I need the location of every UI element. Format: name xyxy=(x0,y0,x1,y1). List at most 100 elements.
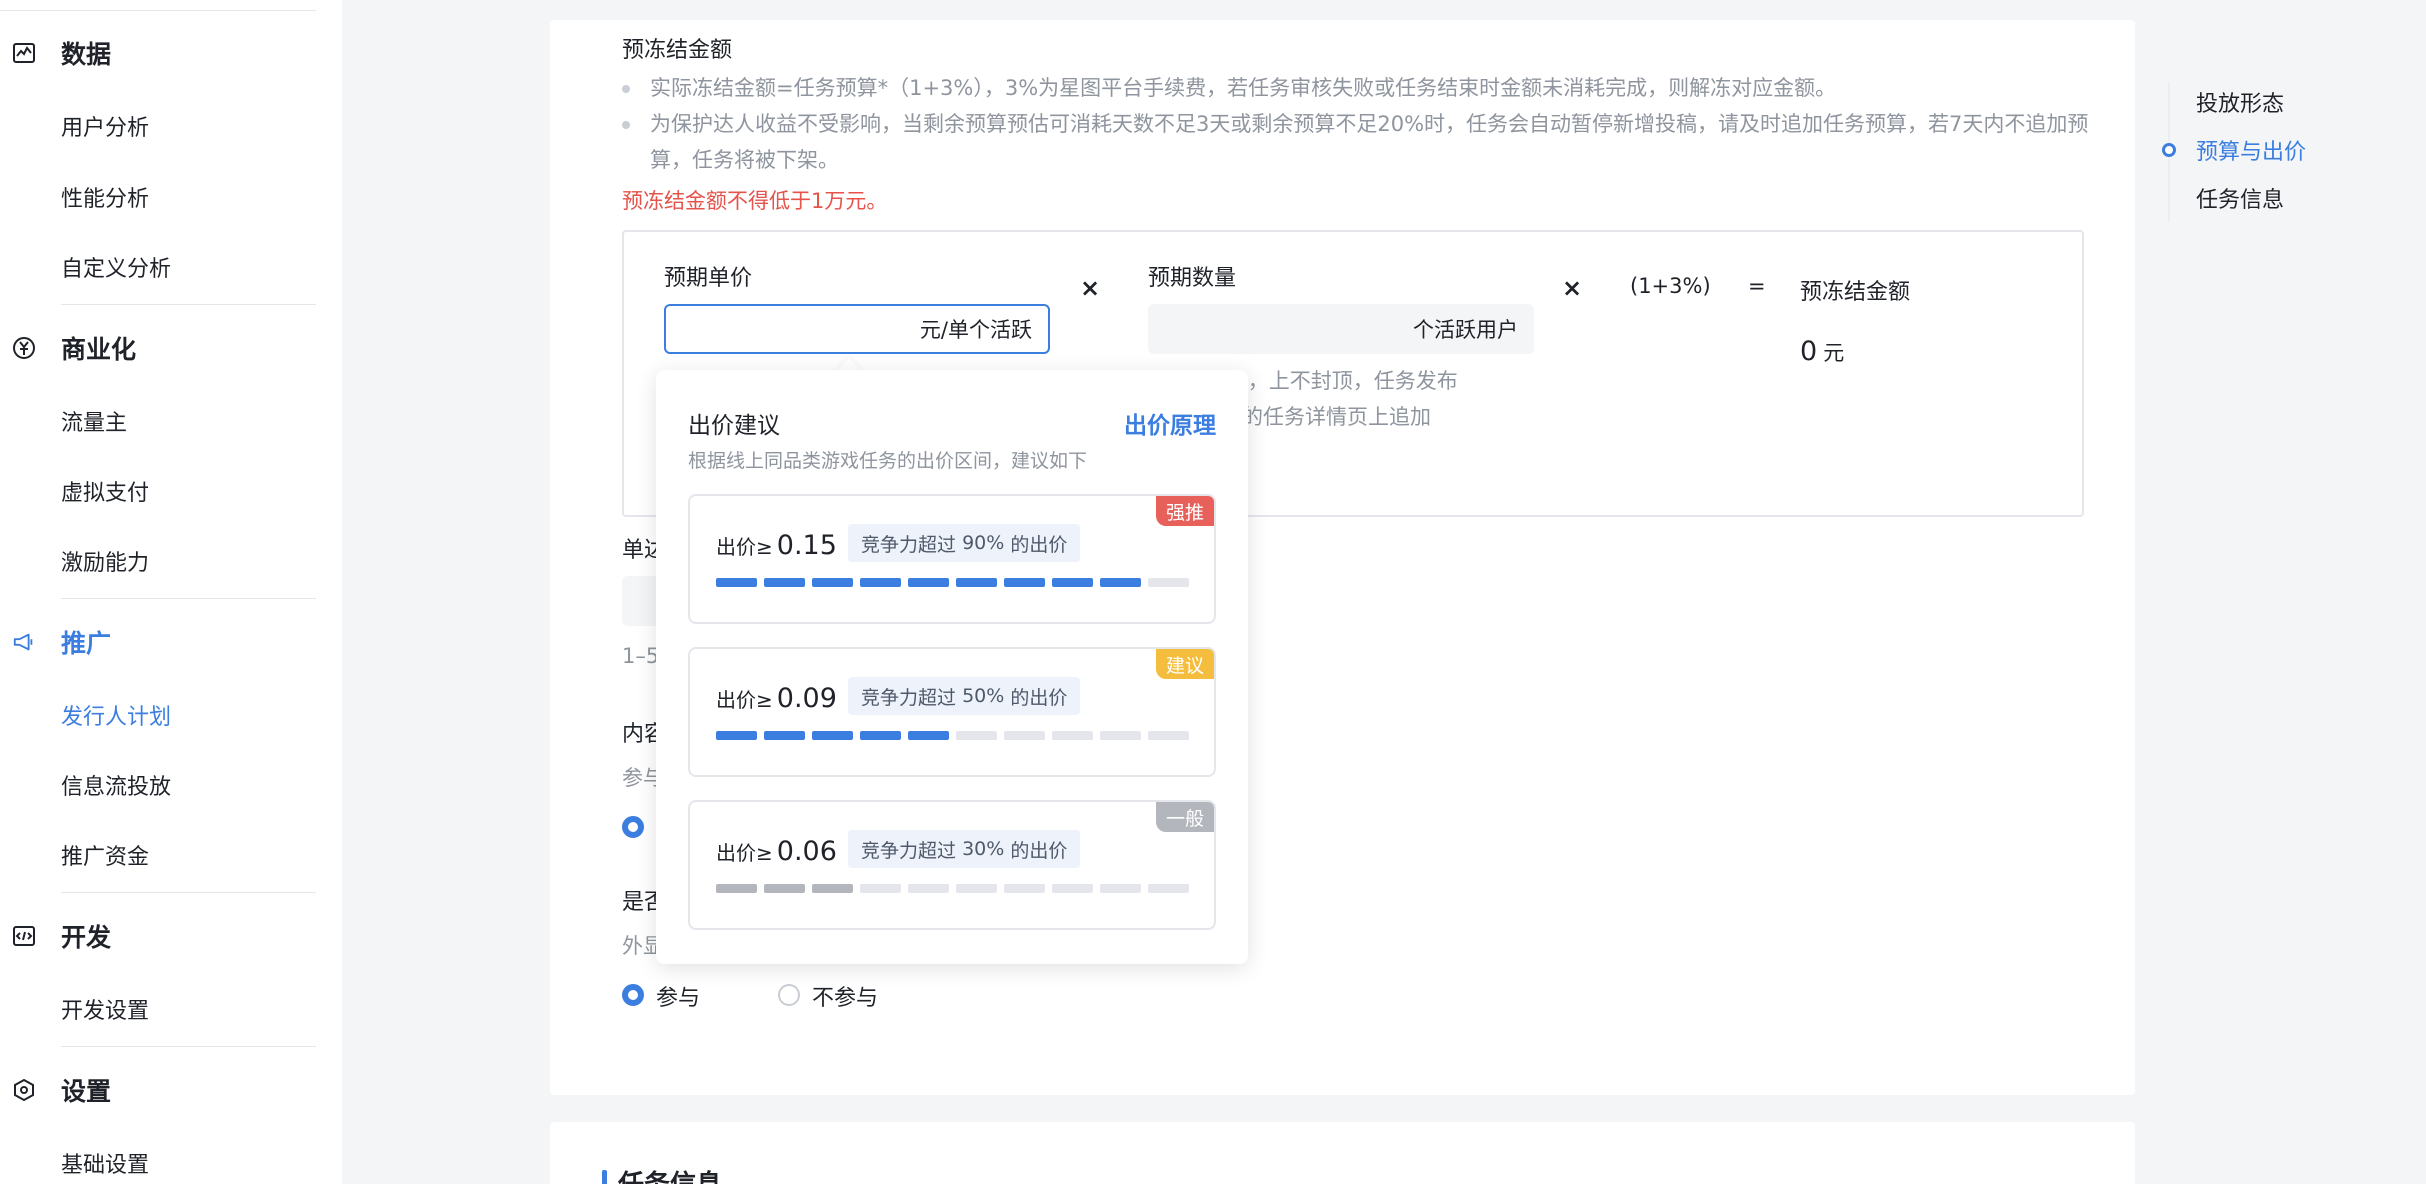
code-icon xyxy=(12,924,36,948)
bid-price-prefix: 出价≥ xyxy=(716,841,773,865)
bid-price: 出价≥ 0.15 xyxy=(716,530,837,561)
competitiveness-bar xyxy=(716,731,1189,740)
tag-suffix: 的出价 xyxy=(1010,533,1068,556)
progress-segment xyxy=(956,578,997,587)
sidebar-divider xyxy=(61,598,316,599)
popover-title: 出价建议 xyxy=(688,413,780,439)
sidebar-divider xyxy=(61,304,316,305)
bid-badge: 建议 xyxy=(1155,649,1214,679)
bid-price-value: 0.06 xyxy=(776,836,837,867)
join-radio-label[interactable]: 参与 xyxy=(656,980,700,1012)
progress-segment xyxy=(764,884,805,893)
sidebar-group-settings[interactable]: 设置 xyxy=(0,1067,342,1113)
info-bullet: 实际冻结金额=任务预算*（1+3%），3%为星图平台手续费，若任务审核失败或任务… xyxy=(622,70,2127,106)
anchor-item-task-info[interactable]: 任务信息 xyxy=(2196,182,2284,214)
quantity-suffix: 个活跃用户 xyxy=(1413,318,1518,342)
tag-suffix: 的出价 xyxy=(1010,839,1068,862)
sidebar-group-label: 设置 xyxy=(61,1077,112,1106)
equals-sign: = xyxy=(1748,274,1766,298)
progress-segment xyxy=(1052,731,1093,740)
progress-segment xyxy=(1004,731,1045,740)
bid-suggestion-popover: 出价建议 出价原理 根据线上同品类游戏任务的出价区间，建议如下 强推 出价≥ 0.… xyxy=(656,370,1248,964)
progress-segment xyxy=(860,731,901,740)
sidebar-group-label: 推广 xyxy=(61,629,112,658)
progress-segment xyxy=(908,884,949,893)
progress-segment xyxy=(1004,578,1045,587)
multiply-sign: × xyxy=(1562,274,1583,302)
progress-segment xyxy=(908,731,949,740)
progress-segment xyxy=(1100,731,1141,740)
bullet-text: 为保护达人收益不受影响，当剩余预算预估可消耗天数不足3天或剩余预算不足20%时，… xyxy=(650,112,2089,172)
result-value: 0元 xyxy=(1800,336,1844,367)
unit-price-label: 预期单价 xyxy=(664,266,753,291)
sidebar-item-custom-analysis[interactable]: 自定义分析 xyxy=(61,255,171,285)
sidebar-item-traffic-master[interactable]: 流量主 xyxy=(61,409,127,439)
bullet-dot xyxy=(622,85,630,93)
bid-price-prefix: 出价≥ xyxy=(716,688,773,712)
chart-icon xyxy=(12,41,36,65)
anchor-nav: 投放形态 预算与出价 任务信息 xyxy=(2162,72,2426,222)
bid-option-card[interactable]: 建议 出价≥ 0.09 竞争力超过 50% 的出价 xyxy=(688,647,1216,777)
section-title: 任务信息 xyxy=(618,1164,722,1184)
no-join-radio[interactable] xyxy=(778,984,800,1006)
bid-option-card[interactable]: 强推 出价≥ 0.15 竞争力超过 90% 的出价 xyxy=(688,494,1216,624)
progress-segment xyxy=(812,884,853,893)
join-radio[interactable] xyxy=(622,984,644,1006)
bullet-dot xyxy=(622,121,630,129)
anchor-item-placement[interactable]: 投放形态 xyxy=(2196,86,2284,118)
hexagon-settings-icon xyxy=(12,1078,36,1102)
sidebar-group-commercial[interactable]: 商业化 xyxy=(0,325,342,371)
progress-segment xyxy=(1148,884,1189,893)
anchor-active-dot xyxy=(2162,143,2176,157)
sidebar-group-label: 开发 xyxy=(61,923,112,952)
competitiveness-tag: 竞争力超过 50% 的出价 xyxy=(848,677,1081,715)
anchor-item-budget[interactable]: 预算与出价 xyxy=(2196,134,2306,166)
yuan-icon xyxy=(12,336,36,360)
tag-prefix: 竞争力超过 xyxy=(861,839,957,862)
progress-segment xyxy=(1148,578,1189,587)
tag-suffix: 的出价 xyxy=(1010,686,1068,709)
field-hint: 1–5 xyxy=(622,644,660,668)
tag-prefix: 竞争力超过 xyxy=(861,533,957,556)
progress-segment xyxy=(764,578,805,587)
sidebar-item-publisher-plan[interactable]: 发行人计划 xyxy=(61,703,171,733)
sidebar-divider xyxy=(61,892,316,893)
progress-segment xyxy=(812,578,853,587)
unit-price-input[interactable]: 元/单个活跃 xyxy=(664,304,1050,354)
sidebar-group-label: 商业化 xyxy=(61,335,137,364)
sidebar-item-basic-settings[interactable]: 基础设置 xyxy=(61,1151,149,1181)
sidebar-group-development[interactable]: 开发 xyxy=(0,913,342,959)
progress-segment xyxy=(716,578,757,587)
quantity-label: 预期数量 xyxy=(1148,266,1237,291)
progress-segment xyxy=(716,731,757,740)
sidebar-item-virtual-payment[interactable]: 虚拟支付 xyxy=(61,479,149,509)
bid-price: 出价≥ 0.09 xyxy=(716,683,837,714)
no-join-radio-label[interactable]: 不参与 xyxy=(812,980,878,1012)
sidebar-group-data[interactable]: 数据 xyxy=(0,30,342,76)
bullet-text: 实际冻结金额=任务预算*（1+3%），3%为星图平台手续费，若任务审核失败或任务… xyxy=(650,76,1837,100)
progress-segment xyxy=(1100,884,1141,893)
sidebar-item-user-analysis[interactable]: 用户分析 xyxy=(61,114,149,144)
sidebar-item-dev-settings[interactable]: 开发设置 xyxy=(61,997,149,1027)
progress-segment xyxy=(956,884,997,893)
multiply-sign: × xyxy=(1080,274,1101,302)
sidebar-item-feed-ads[interactable]: 信息流投放 xyxy=(61,773,171,803)
result-label: 预冻结金额 xyxy=(1800,280,1911,305)
competitiveness-bar xyxy=(716,884,1189,893)
bid-principle-link[interactable]: 出价原理 xyxy=(1124,406,1216,440)
sidebar-divider xyxy=(0,10,316,11)
content-radio[interactable] xyxy=(622,816,644,838)
sidebar-item-incentive[interactable]: 激励能力 xyxy=(61,549,149,579)
sidebar-item-promotion-funds[interactable]: 推广资金 xyxy=(61,843,149,873)
megaphone-icon xyxy=(12,630,36,654)
progress-segment xyxy=(860,884,901,893)
sidebar-item-performance-analysis[interactable]: 性能分析 xyxy=(61,185,149,215)
progress-segment xyxy=(1148,731,1189,740)
quantity-input[interactable]: 个活跃用户 xyxy=(1148,304,1534,354)
section-title: 预冻结金额 xyxy=(622,38,733,63)
progress-segment xyxy=(908,578,949,587)
task-info-card: 任务信息 xyxy=(550,1122,2135,1184)
result-unit: 元 xyxy=(1823,341,1845,365)
sidebar-group-promotion[interactable]: 推广 xyxy=(0,619,342,665)
bid-option-card[interactable]: 一般 出价≥ 0.06 竞争力超过 30% 的出价 xyxy=(688,800,1216,930)
